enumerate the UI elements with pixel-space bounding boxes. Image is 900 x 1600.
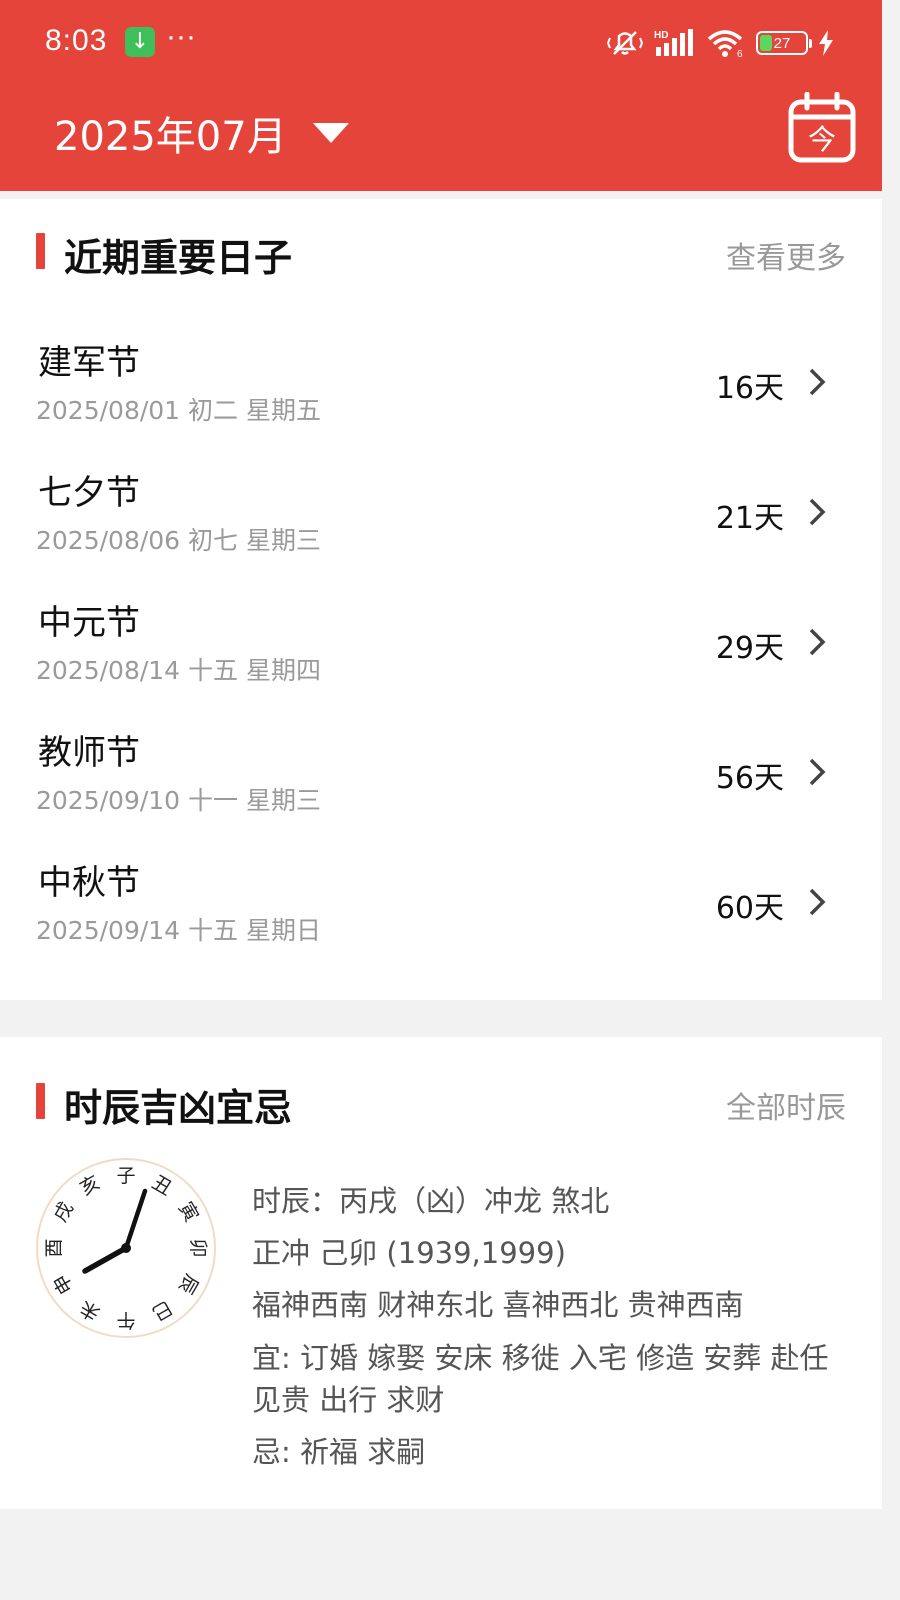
gods-line: 福神西南 财神东北 喜神西北 贵神西南 [252, 1288, 744, 1322]
mute-vibrate-icon [606, 31, 644, 55]
hours-header: 时辰吉凶宜忌 全部时辰 [36, 1077, 846, 1130]
chevron-right-icon [809, 888, 826, 916]
hour-line: 时辰：丙戌（凶）冲龙 煞北 [252, 1184, 610, 1218]
list-item[interactable]: 中元节 2025/08/14 十五 星期四 29天 [36, 595, 836, 705]
clock-char: 卯 [187, 1238, 209, 1257]
caret-down-icon [312, 123, 349, 143]
today-label: 今 [808, 123, 836, 156]
shichen-clock: 子丑寅卯辰巳午未申酉戌亥 [36, 1158, 216, 1338]
list-item[interactable]: 建军节 2025/08/01 初二 星期五 16天 [36, 335, 836, 445]
more-notifications-icon: ··· [166, 20, 196, 53]
list-item[interactable]: 七夕节 2025/08/06 初七 星期三 21天 [36, 465, 836, 575]
holiday-name: 建军节 [38, 343, 140, 383]
section-marker [36, 233, 45, 269]
section-marker [36, 1083, 45, 1119]
status-time: 8:03 [45, 24, 108, 57]
status-icons: HD 6 27 [606, 26, 834, 60]
view-more-link[interactable]: 查看更多 [726, 233, 846, 277]
holiday-name: 教师节 [38, 733, 140, 773]
holiday-date: 2025/09/10 十一 星期三 [36, 786, 321, 815]
holiday-name: 七夕节 [38, 473, 140, 513]
chevron-right-icon [809, 498, 826, 526]
clock-char: 酉 [43, 1238, 65, 1257]
wifi-icon: 6 [707, 30, 743, 58]
days-remaining: 56天 [715, 761, 784, 796]
month-label: 2025年07月 [54, 114, 287, 160]
suitable-line: 宜: 订婚 嫁娶 安床 移徙 入宅 修造 安葬 赴任 见贵 出行 求财 [252, 1341, 829, 1417]
list-item[interactable]: 教师节 2025/09/10 十一 星期三 56天 [36, 725, 836, 835]
section-title: 时辰吉凶宜忌 [64, 1086, 293, 1130]
avoid-line: 忌: 祈福 求嗣 [252, 1435, 426, 1469]
chevron-right-icon [809, 628, 826, 656]
hours-card: 时辰吉凶宜忌 全部时辰 子丑寅卯辰巳午未申酉戌亥 时辰：丙戌（凶）冲龙 煞北 正… [0, 1037, 882, 1509]
download-icon: ↓ [125, 27, 155, 57]
days-remaining: 16天 [715, 371, 784, 406]
holiday-date: 2025/09/14 十五 星期日 [36, 916, 321, 945]
month-selector[interactable]: 2025年07月 [54, 104, 349, 162]
battery-icon: 27 [756, 31, 812, 55]
svg-text:6: 6 [737, 49, 743, 58]
clock-char: 子 [116, 1165, 135, 1187]
chevron-right-icon [809, 758, 826, 786]
hd-label: HD [654, 30, 668, 41]
list-item[interactable]: 中秋节 2025/09/14 十五 星期日 60天 [36, 855, 836, 965]
holiday-date: 2025/08/01 初二 星期五 [36, 396, 321, 425]
battery-level: 27 [773, 34, 791, 52]
holiday-date: 2025/08/06 初七 星期三 [36, 526, 321, 555]
holiday-date: 2025/08/14 十五 星期四 [36, 656, 321, 685]
days-remaining: 29天 [715, 631, 784, 666]
all-hours-link[interactable]: 全部时辰 [726, 1083, 846, 1127]
holiday-name: 中秋节 [38, 863, 140, 903]
days-remaining: 21天 [715, 501, 784, 536]
section-title: 近期重要日子 [64, 236, 293, 280]
days-remaining: 60天 [715, 891, 784, 926]
clock-center [121, 1243, 131, 1253]
app-header: 8:03 ↓ ··· HD 6 27 2025年07月 今 [0, 0, 882, 191]
important-days-header: 近期重要日子 查看更多 [36, 227, 846, 280]
clock-char: 午 [116, 1309, 135, 1331]
holiday-name: 中元节 [38, 603, 140, 643]
clash-line: 正冲 己卯 (1939,1999) [252, 1236, 566, 1270]
chevron-right-icon [809, 368, 826, 396]
signal-icon: HD [654, 29, 693, 56]
today-calendar-icon[interactable]: 今 [788, 92, 856, 164]
hour-details: 时辰：丙戌（凶）冲龙 煞北 正冲 己卯 (1939,1999) 福神西南 财神东… [252, 1175, 852, 1473]
charging-icon [819, 30, 833, 56]
status-bar: 8:03 ↓ ··· HD 6 27 [0, 0, 882, 86]
important-days-card: 近期重要日子 查看更多 建军节 2025/08/01 初二 星期五 16天 七夕… [0, 199, 882, 1000]
